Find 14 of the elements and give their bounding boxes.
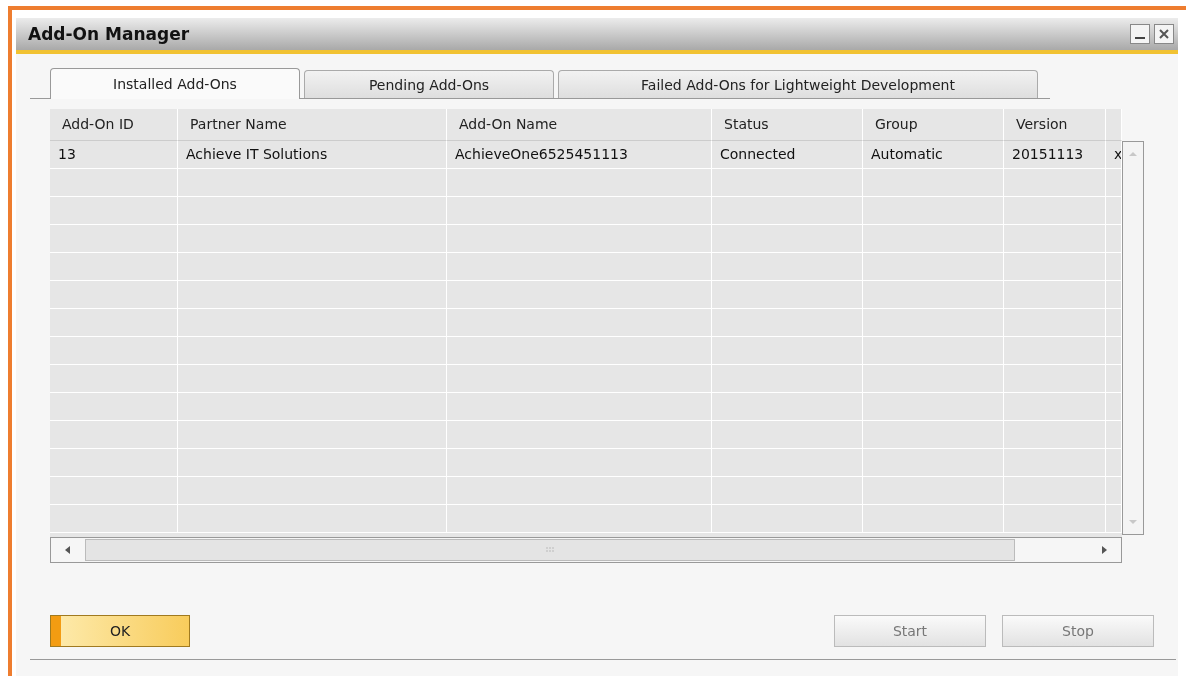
table-cell: Connected xyxy=(712,141,863,169)
table-cell: 13 xyxy=(50,141,178,169)
ok-button[interactable]: OK xyxy=(50,615,190,647)
scroll-right-icon[interactable] xyxy=(1099,545,1109,555)
table-cell: AchieveOne6525451113 xyxy=(447,141,712,169)
scroll-left-icon[interactable] xyxy=(63,545,73,555)
scrollbar-thumb[interactable] xyxy=(85,539,1015,561)
table-cell: 20151113 xyxy=(1004,141,1106,169)
tab[interactable]: Pending Add-Ons xyxy=(304,70,554,98)
table-cell: Achieve IT Solutions xyxy=(178,141,447,169)
tab[interactable]: Failed Add-Ons for Lightweight Development xyxy=(558,70,1038,98)
tab[interactable]: Installed Add-Ons xyxy=(50,68,300,99)
window-title: Add-On Manager xyxy=(28,24,190,44)
table-cell: Automatic xyxy=(863,141,1004,169)
